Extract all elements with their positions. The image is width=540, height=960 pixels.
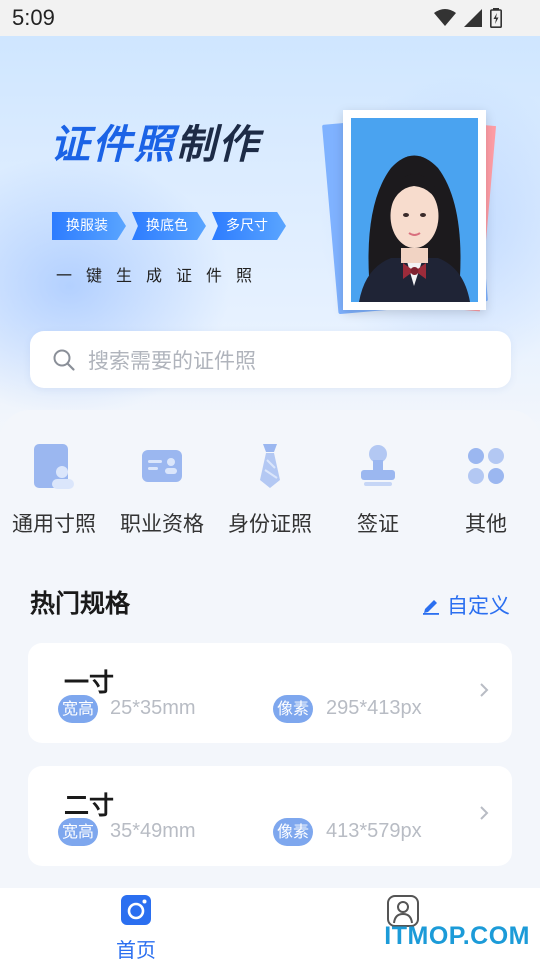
- stamp-icon: [361, 445, 395, 486]
- size-badge: 宽高: [58, 818, 99, 846]
- tab-home[interactable]: 首页: [108, 894, 164, 960]
- category-professional[interactable]: 职业资格: [108, 440, 216, 538]
- category-label: 签证: [357, 512, 399, 536]
- custom-size-label: 自定义: [447, 594, 510, 618]
- category-id-card[interactable]: 身份证照: [216, 440, 324, 538]
- feature-tags: 换服装 换底色 多尺寸: [52, 212, 292, 240]
- spec-pixels: 295*413px: [326, 697, 422, 719]
- spec-name: 一寸: [64, 668, 115, 697]
- category-label: 通用寸照: [12, 512, 96, 536]
- portrait-image: [351, 118, 478, 302]
- category-row: 通用寸照 职业资格 身份证照 签证 其他: [0, 440, 540, 550]
- portrait-card-icon: [34, 444, 74, 489]
- banner-title-highlight: 证件照: [50, 122, 176, 168]
- banner-slogan: 一键生成证件照: [56, 266, 267, 285]
- site-watermark: ITMOP.COM: [384, 922, 530, 950]
- category-label: 职业资格: [120, 512, 204, 536]
- spec-card[interactable]: 二寸 宽高 35*49mm 像素 413*579px: [28, 766, 512, 866]
- wifi-icon: [434, 9, 456, 26]
- spec-name: 二寸: [64, 791, 115, 820]
- feature-tag: 多尺寸: [212, 212, 286, 240]
- status-bar: 5:09: [0, 0, 540, 36]
- section-title: 热门规格: [30, 589, 131, 618]
- status-time: 5:09: [12, 5, 55, 30]
- banner-title: 证件照制作: [50, 112, 260, 170]
- four-petal-icon: [468, 448, 504, 484]
- status-icons: [434, 8, 502, 28]
- feature-tag: 换底色: [132, 212, 206, 240]
- category-label: 其他: [465, 512, 507, 536]
- camera-icon: [121, 895, 151, 925]
- search-bar[interactable]: 搜索需要的证件照: [30, 331, 511, 388]
- category-general-size[interactable]: 通用寸照: [0, 440, 108, 538]
- size-badge: 宽高: [58, 695, 99, 723]
- edit-icon: [423, 600, 439, 615]
- banner-title-main: 制作: [176, 122, 260, 168]
- category-visa[interactable]: 签证: [324, 440, 432, 538]
- battery-icon: [490, 8, 502, 28]
- feature-tag: 换服装: [52, 212, 126, 240]
- pixel-badge: 像素: [273, 818, 314, 846]
- search-icon: [53, 349, 75, 371]
- spec-size: 25*35mm: [110, 697, 196, 719]
- spec-size: 35*49mm: [110, 820, 196, 842]
- tab-home-label: 首页: [116, 938, 156, 960]
- sample-id-photo: [343, 110, 486, 310]
- chevron-right-icon: [480, 806, 489, 820]
- chevron-right-icon: [480, 683, 489, 697]
- spec-pixels: 413*579px: [326, 820, 422, 842]
- search-input[interactable]: 搜索需要的证件照: [88, 345, 256, 375]
- pixel-badge: 像素: [273, 695, 314, 723]
- custom-size-button[interactable]: 自定义: [421, 590, 510, 620]
- necktie-icon: [260, 444, 280, 488]
- spec-card[interactable]: 一寸 宽高 25*35mm 像素 295*413px: [28, 643, 512, 743]
- signal-icon: [464, 9, 482, 27]
- id-card-icon: [142, 450, 182, 482]
- category-label: 身份证照: [228, 512, 312, 536]
- category-other[interactable]: 其他: [432, 440, 540, 538]
- bottom-nav: 首页 ITMOP.COM: [0, 888, 540, 960]
